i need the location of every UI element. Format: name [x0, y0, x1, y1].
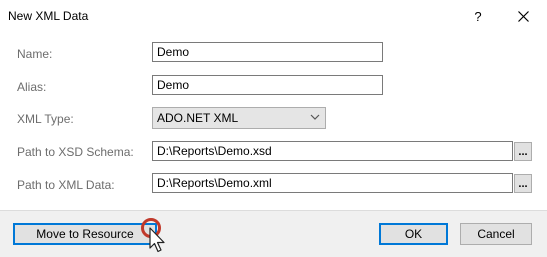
close-icon — [517, 10, 529, 22]
chevron-down-icon — [310, 114, 320, 120]
xsd-path-label: Path to XSD Schema: — [17, 145, 134, 159]
xml-path-input[interactable]: D:\Reports\Demo.xml — [152, 173, 513, 193]
title-bar: New XML Data ? — [0, 0, 547, 32]
xsd-browse-button[interactable]: ... — [514, 142, 532, 161]
close-button[interactable] — [509, 0, 537, 32]
mouse-cursor-icon — [149, 227, 165, 253]
xml-type-select[interactable]: ADO.NET XML — [152, 107, 326, 129]
xsd-path-input[interactable]: D:\Reports\Demo.xsd — [152, 141, 513, 161]
cancel-button[interactable]: Cancel — [460, 223, 532, 245]
alias-input[interactable]: Demo — [152, 75, 383, 95]
name-label: Name: — [17, 47, 53, 61]
xml-type-label: XML Type: — [17, 112, 74, 126]
xml-path-label: Path to XML Data: — [17, 178, 115, 192]
alias-label: Alias: — [17, 80, 47, 94]
ok-button[interactable]: OK — [379, 223, 448, 245]
move-to-resource-button[interactable]: Move to Resource — [13, 223, 157, 245]
help-button[interactable]: ? — [466, 0, 490, 32]
xml-browse-button[interactable]: ... — [514, 174, 532, 193]
window-title: New XML Data — [8, 9, 89, 23]
xml-type-value: ADO.NET XML — [157, 111, 239, 125]
name-input[interactable]: Demo — [152, 42, 383, 62]
